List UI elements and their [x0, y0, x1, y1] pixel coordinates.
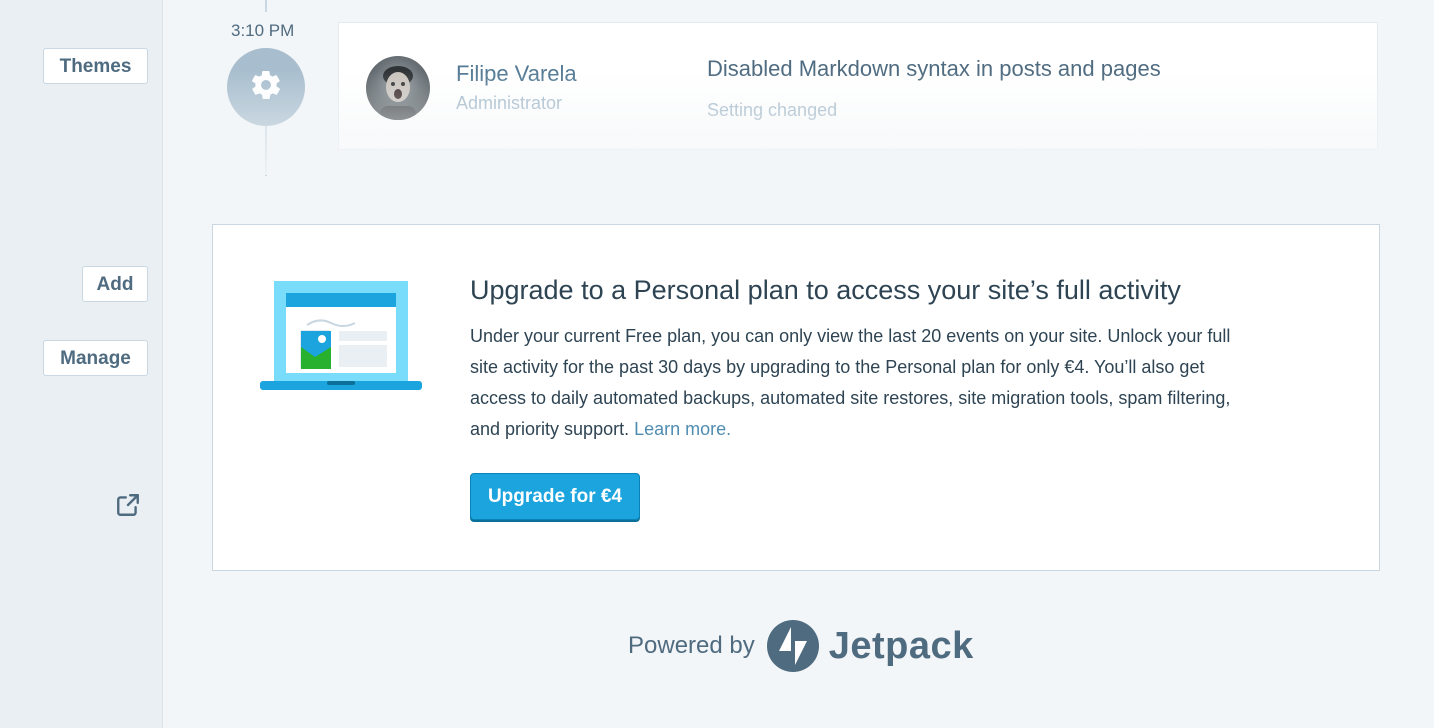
laptop-illustration [259, 279, 423, 398]
activity-card: Filipe Varela Administrator Disabled Mar… [338, 22, 1378, 150]
upgrade-body: Under your current Free plan, you can on… [470, 321, 1260, 445]
upgrade-card: Upgrade to a Personal plan to access you… [212, 224, 1380, 571]
gear-icon [249, 68, 283, 107]
upgrade-button[interactable]: Upgrade for €4 [470, 473, 640, 520]
sidebar: Themes Add Manage [0, 0, 163, 728]
manage-button[interactable]: Manage [43, 340, 148, 376]
powered-by-jetpack: Powered by Jetpack [628, 616, 974, 676]
timeline-line-top [265, 0, 267, 12]
upgrade-body-text: Under your current Free plan, you can on… [470, 326, 1231, 439]
timeline-line-bottom [265, 126, 267, 176]
activity-icon-circle [227, 48, 305, 126]
activity-title: Disabled Markdown syntax in posts and pa… [707, 56, 1161, 81]
activity-subtitle: Setting changed [707, 100, 838, 120]
themes-button[interactable]: Themes [43, 48, 148, 84]
external-link-icon[interactable] [115, 492, 141, 518]
activity-time: 3:10 PM [231, 21, 295, 40]
jetpack-logo-icon [766, 620, 819, 672]
avatar [366, 56, 430, 120]
jetpack-wordmark: Jetpack [828, 624, 974, 667]
add-button[interactable]: Add [82, 266, 148, 302]
user-name[interactable]: Filipe Varela [456, 61, 577, 87]
upgrade-title: Upgrade to a Personal plan to access you… [470, 275, 1181, 305]
learn-more-link[interactable]: Learn more. [634, 419, 731, 439]
powered-by-label: Powered by [628, 632, 755, 659]
user-role: Administrator [456, 93, 563, 113]
